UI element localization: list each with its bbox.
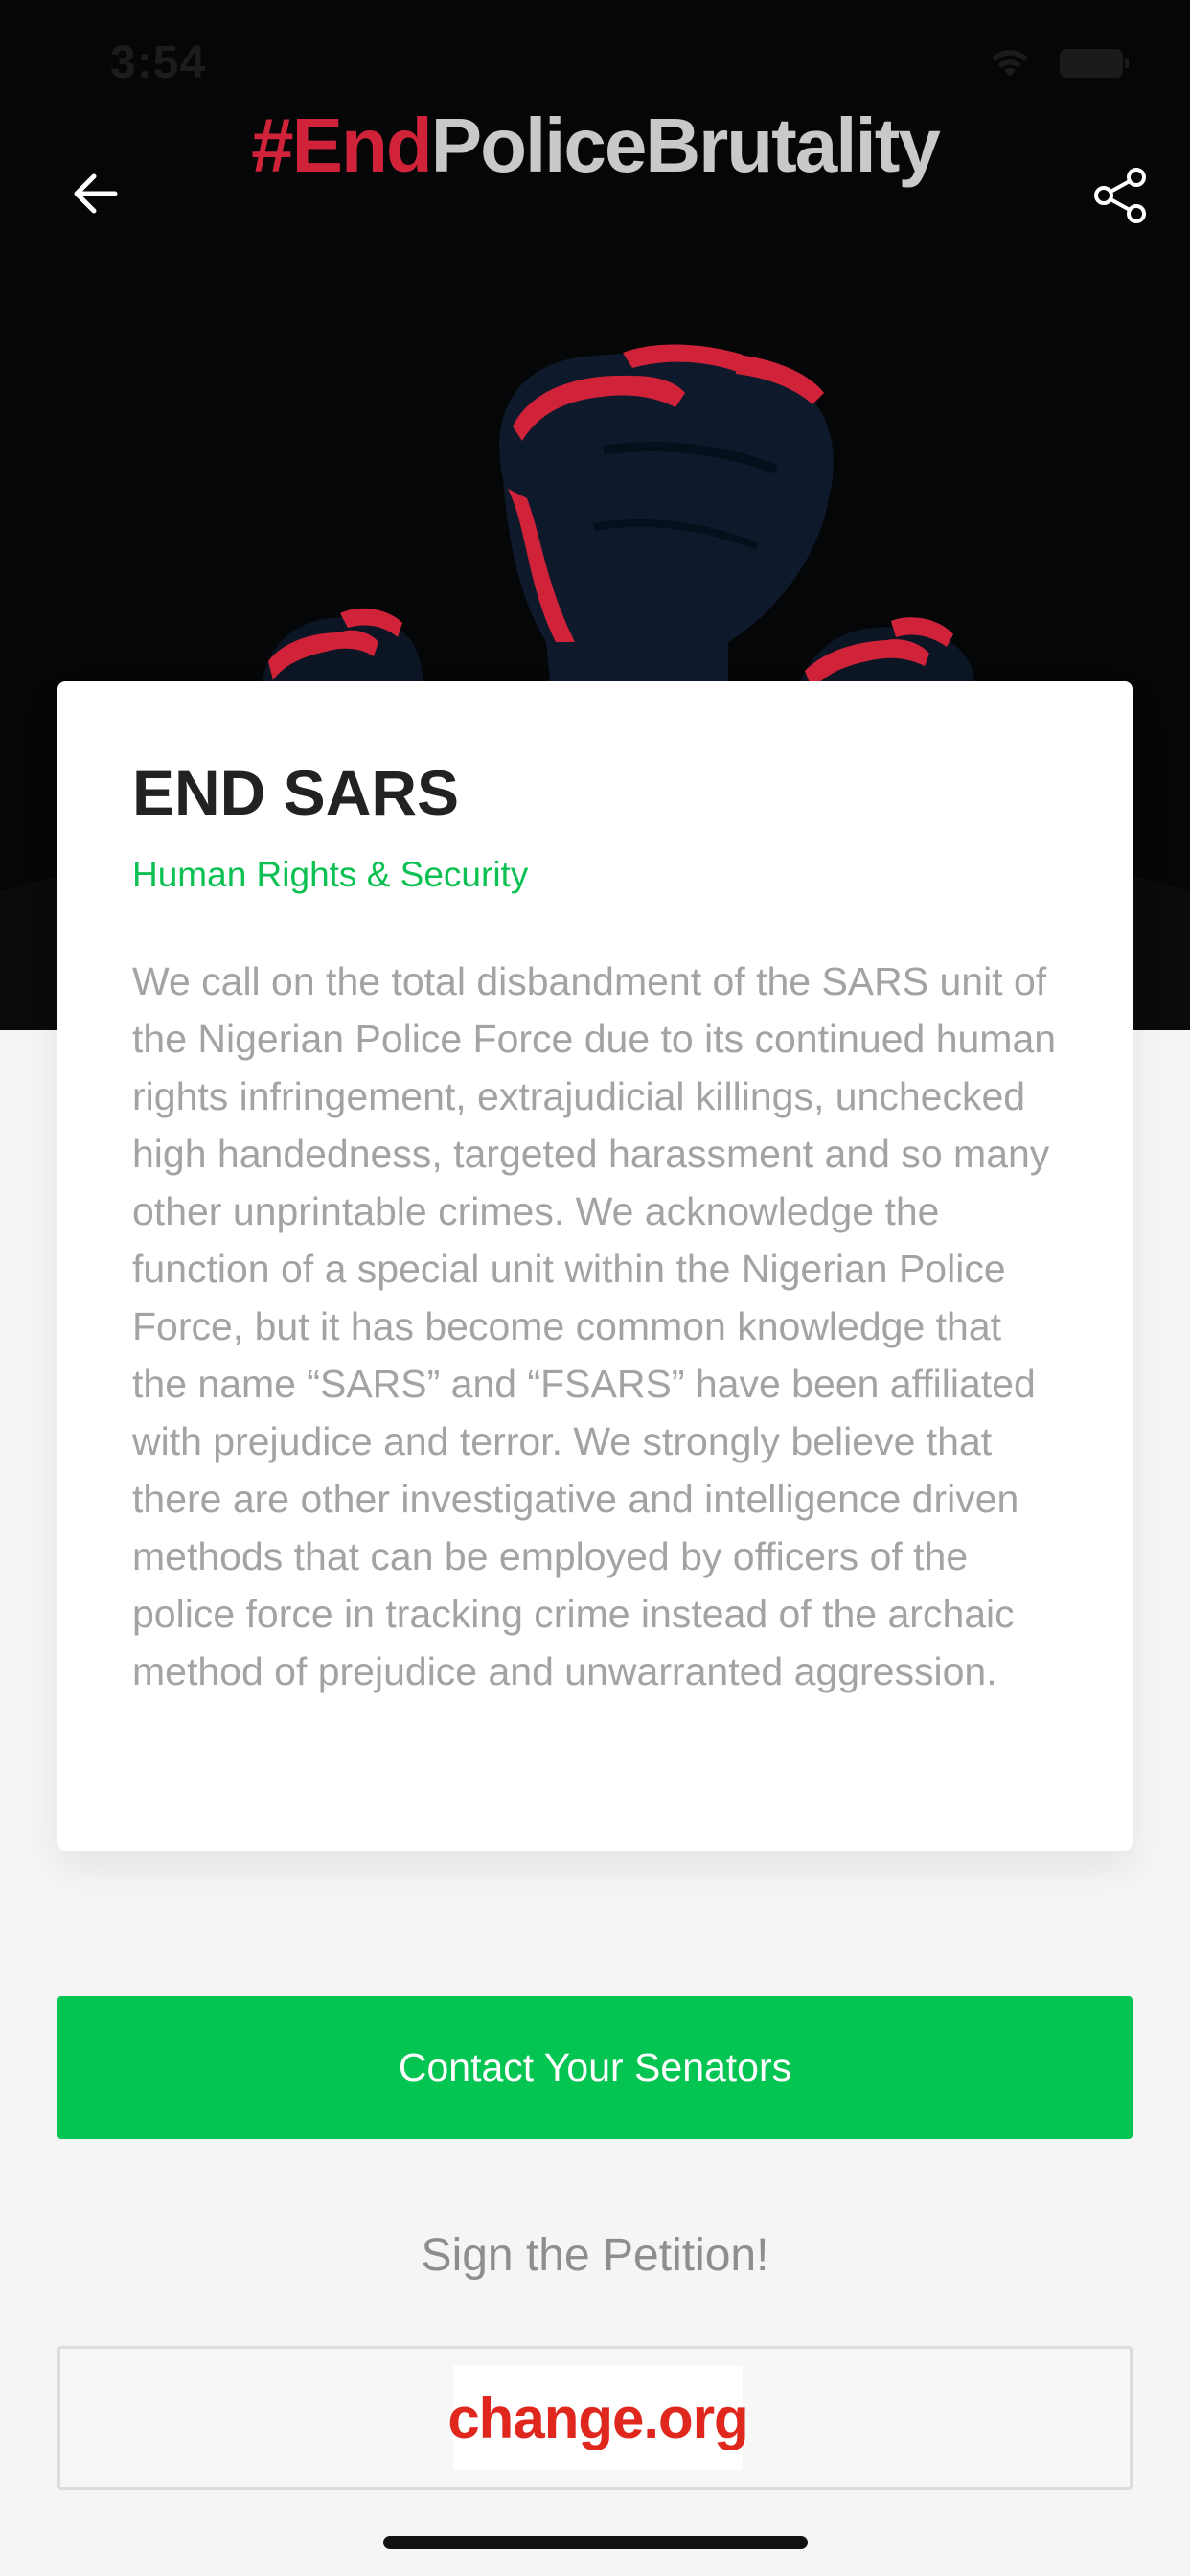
contact-senators-button[interactable]: Contact Your Senators	[57, 1996, 1133, 2139]
share-icon	[1094, 168, 1146, 223]
back-button[interactable]	[67, 165, 125, 222]
status-icons	[987, 48, 1129, 79]
cause-description: We call on the total disbandment of the …	[132, 958, 1057, 1693]
hashtag-title-hash: #End	[251, 103, 433, 188]
petition-heading: Sign the Petition!	[421, 2230, 769, 2281]
hashtag-title-rest: PoliceBrutality	[430, 103, 941, 188]
home-indicator	[383, 2536, 808, 2549]
status-time: 3:54	[110, 37, 207, 88]
share-button[interactable]	[1090, 165, 1152, 226]
hashtag-title: #EndPoliceBrutality	[0, 107, 1190, 184]
change-org-logo: change.org	[447, 2366, 749, 2470]
cause-category: Human Rights & Security	[132, 854, 529, 894]
cause-title: END SARS	[132, 757, 460, 828]
arrow-left-icon	[74, 173, 118, 214]
battery-icon	[1060, 49, 1129, 78]
petition-link-button[interactable]: change.org	[57, 2346, 1133, 2490]
wifi-icon	[992, 50, 1028, 77]
cause-card: END SARS Human Rights & Security We call…	[57, 681, 1133, 1851]
